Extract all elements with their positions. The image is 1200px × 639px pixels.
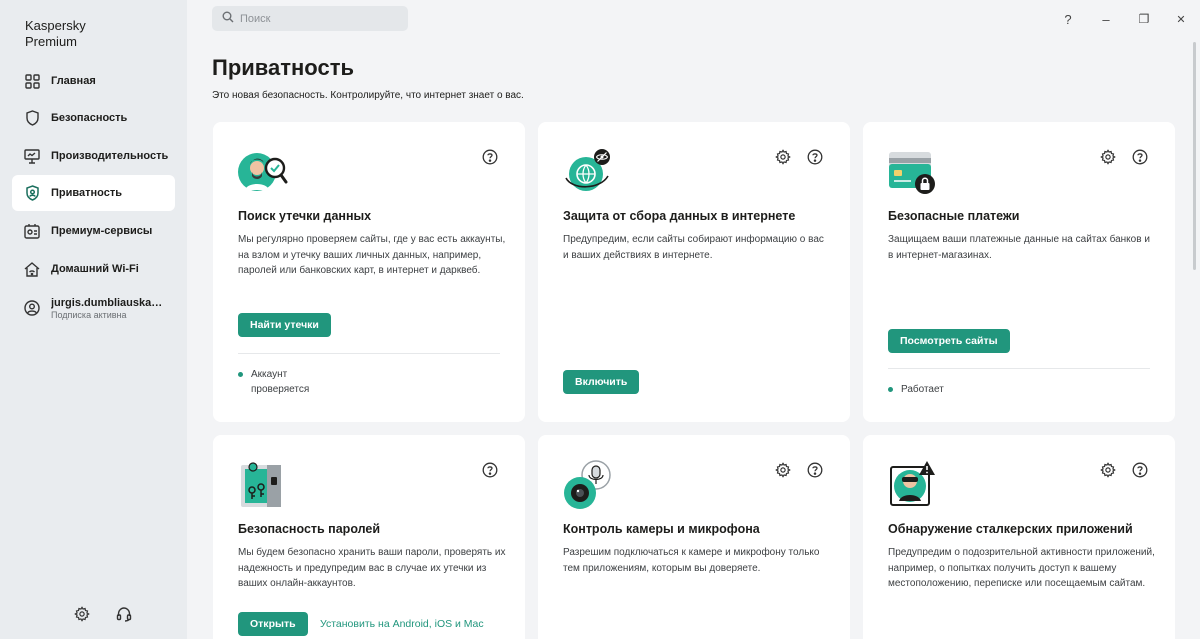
sidebar-item-performance[interactable]: Производительность [12,138,175,174]
card-camera-mic-control: Контроль камеры и микрофона Разрешим под… [538,435,850,639]
shield-icon [23,109,41,127]
card-data-leak: Поиск утечки данных Мы регулярно проверя… [213,122,525,422]
globe-illustration [562,146,614,198]
sidebar-item-label: Производительность [51,150,169,162]
page-subtitle: Это новая безопасность. Контролируйте, ч… [212,90,524,101]
user-icon [23,299,41,317]
sidebar-item-label: Премиум-сервисы [51,225,153,237]
monitor-icon [23,147,41,165]
find-leaks-button[interactable]: Найти утечки [238,313,331,337]
restore-button[interactable]: ❐ [1134,9,1154,29]
account-status: Подписка активна [51,309,127,320]
card-title: Контроль камеры и микрофона [563,522,760,536]
minimize-button[interactable]: – [1096,9,1116,29]
settings-icon[interactable] [774,461,792,479]
view-sites-button[interactable]: Посмотреть сайты [888,329,1010,353]
sidebar-item-label: Домашний Wi-Fi [51,263,139,275]
sidebar-item-home[interactable]: Главная [12,63,175,99]
settings-icon[interactable] [774,148,792,166]
status-dot [888,387,893,392]
help-icon[interactable] [481,461,499,479]
card-title: Безопасные платежи [888,209,1020,223]
sidebar-item-home-wifi[interactable]: Домашний Wi-Fi [12,251,175,287]
sidebar-item-premium-services[interactable]: Премиум-сервисы [12,213,175,249]
sidebar-item-label: Приватность [51,187,122,199]
search-box[interactable] [212,6,408,31]
privacy-shield-icon [23,184,41,202]
sidebar-item-label: Безопасность [51,112,128,124]
vault-illustration [237,459,289,511]
help-icon[interactable] [1131,148,1149,166]
sidebar-item-label: Главная [51,75,96,87]
sidebar: Kaspersky Premium Главная Безопасность П… [0,0,187,639]
stalker-illustration [887,459,939,511]
home-wifi-icon [23,260,41,278]
card-description: Мы регулярно проверяем сайты, где у вас … [238,234,506,276]
brand-line1: Kaspersky [25,18,86,33]
camera-mic-illustration [562,459,614,511]
payment-card-illustration [887,146,939,198]
gear-icon[interactable] [72,604,92,624]
card-title: Поиск утечки данных [238,209,372,223]
install-mobile-link[interactable]: Установить на Android, iOS и Mac [320,618,484,630]
status-indicator: Аккаунт проверяется [238,367,328,397]
sidebar-item-security[interactable]: Безопасность [12,100,175,136]
close-button[interactable]: ✕ [1171,9,1191,29]
settings-icon[interactable] [1099,148,1117,166]
account-name: jurgis.dumbliauskas... [51,296,163,309]
sidebar-item-privacy[interactable]: Приватность [12,175,175,211]
account-item[interactable]: jurgis.dumbliauskas... Подписка активна [12,290,175,326]
card-description: Предупредим, если сайты собирают информа… [563,234,824,261]
brand-line2: Premium [25,34,78,49]
status-dot [238,372,243,377]
card-description: Предупредим о подозрительной активности … [888,547,1155,589]
open-button[interactable]: Открыть [238,612,308,636]
help-icon[interactable] [1131,461,1149,479]
status-text: Аккаунт проверяется [251,369,310,395]
divider [238,353,500,354]
card-description: Защищаем ваши платежные данные на сайтах… [888,234,1150,261]
scrollbar[interactable] [1193,42,1196,270]
card-stalkerware-detection: Обнаружение сталкерских приложений Преду… [863,435,1175,639]
status-text: Работает [901,384,944,395]
page-title: Приватность [212,55,354,80]
card-tracking-protection: Защита от сбора данных в интернете Преду… [538,122,850,422]
divider [888,368,1150,369]
app-brand: Kaspersky Premium [25,18,86,50]
settings-icon[interactable] [1099,461,1117,479]
help-icon[interactable] [806,148,824,166]
card-title: Обнаружение сталкерских приложений [888,522,1133,536]
search-icon [222,10,234,28]
enable-button[interactable]: Включить [563,370,640,394]
card-description: Мы будем безопасно хранить ваши пароли, … [238,547,506,589]
search-input[interactable] [240,12,400,25]
card-safe-payments: Безопасные платежи Защищаем ваши платежн… [863,122,1175,422]
card-title: Безопасность паролей [238,522,381,536]
help-icon[interactable] [481,148,499,166]
data-leak-illustration [237,146,289,198]
status-indicator: Работает [888,382,944,397]
headset-icon[interactable] [114,604,134,624]
help-icon[interactable] [806,461,824,479]
card-password-security: Безопасность паролей Мы будем безопасно … [213,435,525,639]
help-button[interactable]: ? [1058,9,1078,29]
grid-icon [23,72,41,90]
premium-services-icon [23,222,41,240]
card-title: Защита от сбора данных в интернете [563,209,796,223]
card-description: Разрешим подключаться к камере и микрофо… [563,547,820,574]
